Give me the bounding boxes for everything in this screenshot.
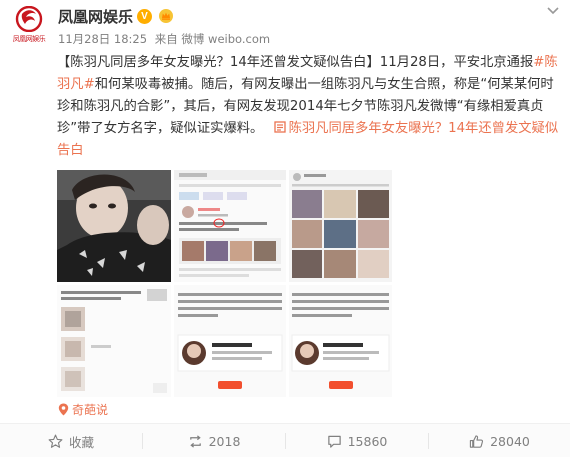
post-source[interactable]: 来自 微博 weibo.com — [155, 32, 270, 46]
article-link-icon — [273, 121, 286, 133]
location-label: 奇葩说 — [72, 403, 109, 417]
post-text-part1: 【陈羽凡同居多年女友曝光？14年还曾发文疑似告白】11月28日，平安北京通报 — [57, 55, 534, 70]
location-tag[interactable]: 奇葩说 — [58, 401, 108, 418]
user-name[interactable]: 凤凰网娱乐 — [58, 6, 133, 27]
post-image-1[interactable] — [57, 170, 171, 282]
post-meta: 11月28日 18:25 来自 微博 weibo.com — [58, 31, 274, 47]
post-text: 【陈羽凡同居多年女友曝光？14年还曾发文疑似告白】11月28日，平安北京通报#陈… — [57, 52, 562, 162]
collage-image — [289, 170, 392, 282]
weibo-post-card: 凤凰网娱乐 凤凰网娱乐 V 11月28日 18:25 来自 微博 weibo.c… — [0, 0, 570, 457]
avatar[interactable]: 凤凰网娱乐 — [9, 4, 49, 44]
post-image-4[interactable] — [57, 285, 171, 397]
post-date[interactable]: 11月28日 18:25 — [58, 32, 147, 46]
like-button[interactable]: 28040 — [429, 424, 570, 457]
vip-crown-icon — [159, 9, 174, 23]
phoenix-logo-icon — [15, 6, 43, 32]
favorite-label: 收藏 — [68, 434, 94, 450]
user-row: 凤凰网娱乐 V — [58, 5, 174, 27]
favorite-button[interactable]: 收藏 — [0, 424, 142, 457]
action-bar: 收藏 2018 15860 28040 — [0, 423, 570, 457]
repost-count: 2018 — [208, 433, 241, 449]
chevron-down-icon[interactable] — [546, 4, 560, 18]
screenshot-image — [174, 285, 286, 397]
location-pin-icon — [58, 403, 69, 416]
post-image-5[interactable] — [174, 285, 286, 397]
verified-badge-icon: V — [137, 8, 153, 24]
comment-icon — [327, 435, 341, 448]
screenshot-image — [57, 285, 171, 397]
post-image-2[interactable] — [174, 170, 286, 282]
post-image-3[interactable] — [289, 170, 392, 282]
thumbs-up-icon — [469, 434, 484, 448]
like-count: 28040 — [490, 433, 530, 449]
comment-count: 15860 — [347, 433, 388, 449]
repost-button[interactable]: 2018 — [143, 424, 285, 457]
screenshot-image — [289, 285, 392, 397]
post-image-6[interactable] — [289, 285, 392, 397]
comment-button[interactable]: 15860 — [286, 424, 428, 457]
star-icon — [48, 434, 63, 448]
repost-icon — [189, 434, 201, 448]
logo-text: 凤凰网娱乐 — [12, 35, 46, 43]
photo-image — [57, 170, 171, 282]
screenshot-image — [174, 170, 286, 282]
